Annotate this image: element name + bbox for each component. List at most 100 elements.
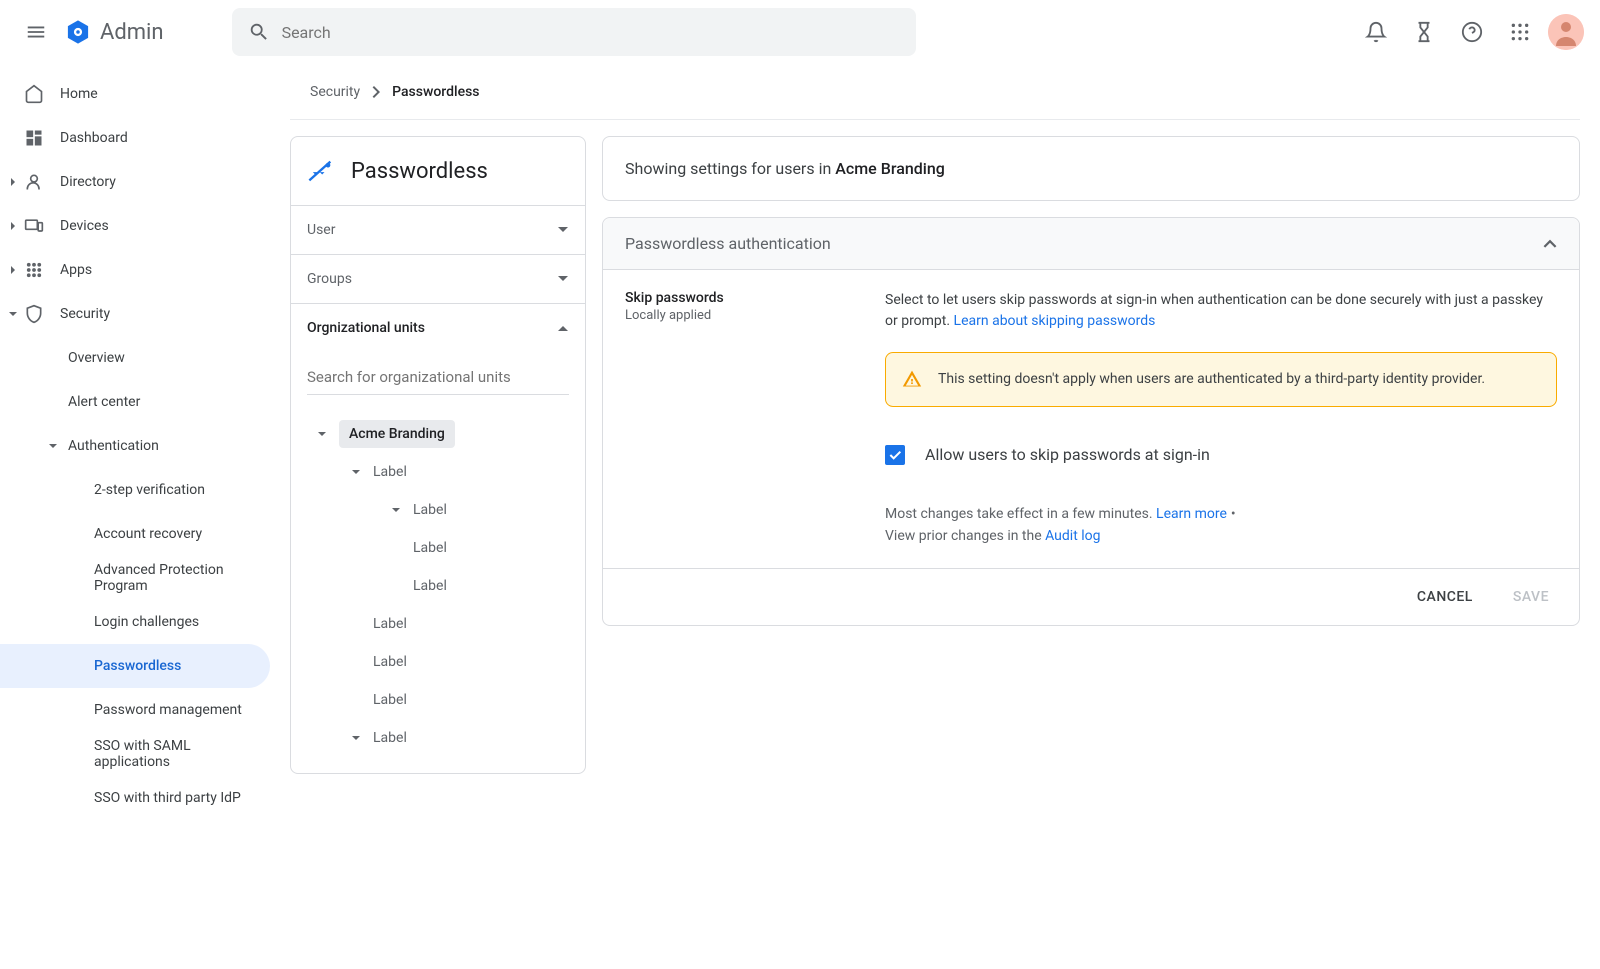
chevron-up-icon <box>1543 239 1557 248</box>
tree-label: Label <box>413 540 447 556</box>
sidebar-item-label: Alert center <box>68 394 140 410</box>
sidebar-item-label: Devices <box>60 218 109 234</box>
hamburger-menu[interactable] <box>16 12 56 52</box>
passwordless-icon <box>307 157 335 185</box>
showing-card: Showing settings for users in Acme Brand… <box>602 136 1580 201</box>
tasks-button[interactable] <box>1404 12 1444 52</box>
ou-section-groups[interactable]: Groups <box>291 254 585 303</box>
sidebar-item-login-challenges[interactable]: Login challenges <box>0 600 280 644</box>
caret-down-icon <box>352 468 360 476</box>
sidebar-item-account-recovery[interactable]: Account recovery <box>0 512 280 556</box>
setting-applied: Locally applied <box>625 308 845 323</box>
search-input[interactable] <box>282 23 900 42</box>
sidebar-item-label: Security <box>60 306 110 322</box>
sidebar-item-home[interactable]: Home <box>0 72 280 116</box>
ou-section-label: Orgnizational units <box>307 320 425 336</box>
section-card: Passwordless authentication Skip passwor… <box>602 217 1580 626</box>
separator-dot: • <box>1231 506 1236 522</box>
sidebar-item-directory[interactable]: Directory <box>0 160 280 204</box>
tree-label: Label <box>373 616 407 632</box>
search-bar[interactable] <box>232 8 916 56</box>
tree-item[interactable]: Label <box>307 567 569 605</box>
sidebar-item-alert-center[interactable]: Alert center <box>0 380 280 424</box>
tree-item[interactable]: Label <box>307 453 569 491</box>
sidebar-item-dashboard[interactable]: Dashboard <box>0 116 280 160</box>
check-icon <box>887 447 903 463</box>
sidebar-item-label: Directory <box>60 174 116 190</box>
sidebar-item-2sv[interactable]: 2-step verification <box>0 468 280 512</box>
sidebar-item-label: Password management <box>94 702 242 718</box>
tree-label: Label <box>373 464 407 480</box>
tree-item[interactable]: Label <box>307 681 569 719</box>
ou-section-org-units[interactable]: Orgnizational units <box>291 303 585 352</box>
sidebar-item-sso-idp[interactable]: SSO with third party IdP <box>0 776 280 820</box>
logo[interactable]: Admin <box>64 18 164 46</box>
caret-down-icon <box>9 310 17 318</box>
sidebar-item-label: Dashboard <box>60 130 128 146</box>
apps-icon <box>25 261 43 279</box>
ou-section-label: User <box>307 222 335 238</box>
tree-label: Acme Branding <box>339 420 455 448</box>
warning-text: This setting doesn't apply when users ar… <box>938 369 1485 390</box>
apps-grid-icon <box>1510 22 1530 42</box>
avatar-icon <box>1548 14 1584 50</box>
sidebar-item-label: Login challenges <box>94 614 199 630</box>
help-button[interactable] <box>1452 12 1492 52</box>
sidebar-item-sso-saml[interactable]: SSO with SAML applications <box>0 732 280 776</box>
tree-item[interactable]: Label <box>307 605 569 643</box>
sidebar: Home Dashboard Directory Devices Apps Se… <box>0 64 280 820</box>
cancel-button[interactable]: CANCEL <box>1409 585 1481 609</box>
sidebar-item-password-mgmt[interactable]: Password management <box>0 688 280 732</box>
sidebar-item-devices[interactable]: Devices <box>0 204 280 248</box>
ou-section-label: Groups <box>307 271 352 287</box>
dashboard-icon <box>24 128 44 148</box>
apps-button[interactable] <box>1500 12 1540 52</box>
tree-item[interactable]: Label <box>307 643 569 681</box>
breadcrumb-root[interactable]: Security <box>310 84 360 100</box>
chevron-down-icon <box>557 226 569 234</box>
footer-text-2: View prior changes in the <box>885 528 1045 544</box>
settings-panel: Showing settings for users in Acme Brand… <box>602 136 1580 774</box>
sidebar-item-passwordless[interactable]: Passwordless <box>0 644 270 688</box>
tree-label: Label <box>373 730 407 746</box>
tree-item-root[interactable]: Acme Branding <box>307 415 569 453</box>
sidebar-item-security[interactable]: Security <box>0 292 280 336</box>
tree-label: Label <box>373 692 407 708</box>
sidebar-item-authentication[interactable]: Authentication <box>0 424 280 468</box>
main-content: Security Passwordless Passwordless User … <box>280 64 1600 820</box>
warning-icon <box>902 369 922 389</box>
account-avatar[interactable] <box>1548 14 1584 50</box>
notifications-button[interactable] <box>1356 12 1396 52</box>
breadcrumb-current: Passwordless <box>392 84 479 100</box>
ou-section-user[interactable]: User <box>291 205 585 254</box>
header: Admin <box>0 0 1600 64</box>
tree-item[interactable]: Label <box>307 719 569 757</box>
showing-prefix: Showing settings for users in <box>625 159 835 178</box>
ou-panel: Passwordless User Groups Orgnizational u… <box>290 136 586 774</box>
search-icon <box>248 21 270 43</box>
ou-panel-title: Passwordless <box>351 159 488 184</box>
tree-item[interactable]: Label <box>307 491 569 529</box>
showing-org: Acme Branding <box>835 159 945 178</box>
section-body: Skip passwords Locally applied Select to… <box>603 270 1579 568</box>
section-title: Passwordless authentication <box>625 234 831 253</box>
checkbox-row: Allow users to skip passwords at sign-in <box>885 443 1557 467</box>
learn-more-link[interactable]: Learn more <box>1156 506 1227 522</box>
audit-log-link[interactable]: Audit log <box>1045 528 1100 544</box>
sidebar-item-label: Account recovery <box>94 526 202 542</box>
setting-label: Skip passwords <box>625 290 845 306</box>
admin-logo-icon <box>64 18 92 46</box>
skip-passwords-checkbox[interactable] <box>885 445 905 465</box>
learn-link[interactable]: Learn about skipping passwords <box>954 313 1156 329</box>
help-icon <box>1461 21 1483 43</box>
sidebar-item-advanced-protection[interactable]: Advanced Protection Program <box>0 556 280 600</box>
save-button: SAVE <box>1505 585 1557 609</box>
tree-item[interactable]: Label <box>307 529 569 567</box>
ou-search-input[interactable] <box>307 360 569 395</box>
section-header[interactable]: Passwordless authentication <box>603 218 1579 270</box>
caret-right-icon <box>9 178 17 186</box>
sidebar-item-apps[interactable]: Apps <box>0 248 280 292</box>
footer-text-1: Most changes take effect in a few minute… <box>885 506 1156 522</box>
sidebar-item-overview[interactable]: Overview <box>0 336 280 380</box>
footer-note: Most changes take effect in a few minute… <box>885 503 1557 548</box>
